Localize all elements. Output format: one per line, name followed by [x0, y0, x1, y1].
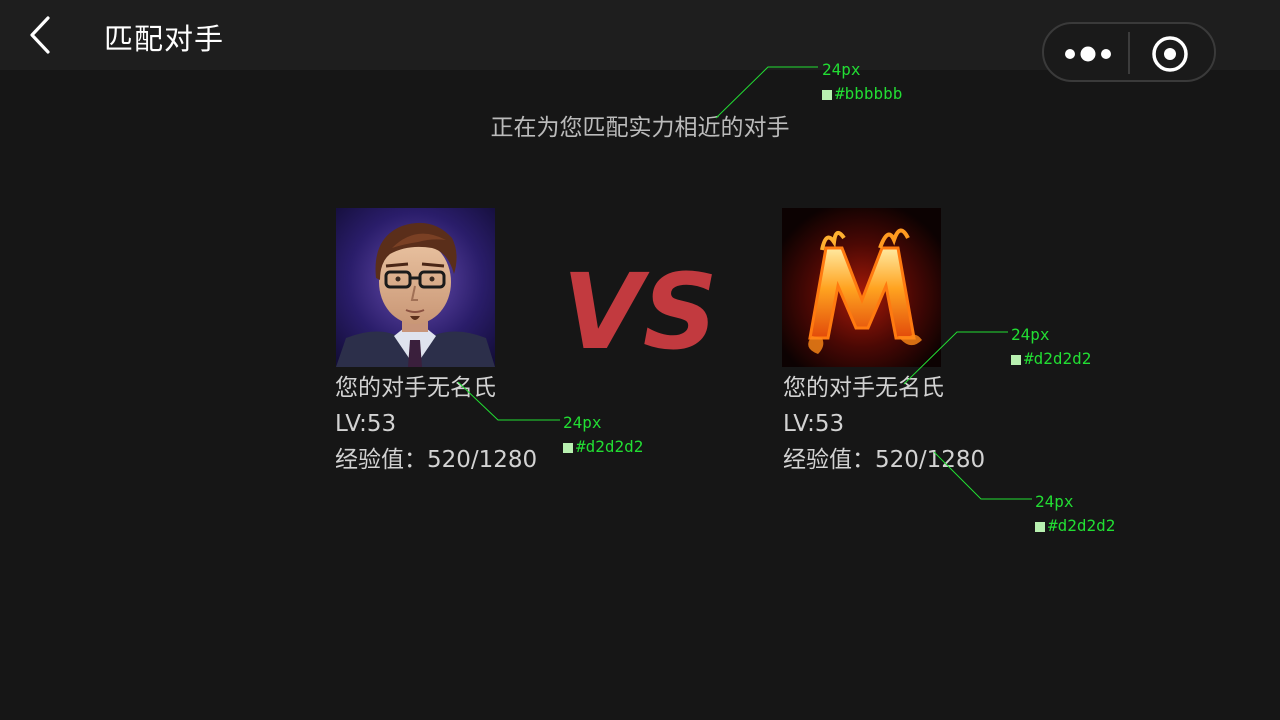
target-close-icon	[1152, 36, 1188, 72]
page-title: 匹配对手	[104, 22, 225, 56]
annotation-subtitle: 24px #bbbbbb	[822, 60, 903, 103]
player-name: 您的对手无名氏	[335, 375, 496, 401]
player-info-left: 您的对手无名氏 LV:53 经验值：520/1280	[335, 370, 537, 478]
player-avatar-right	[782, 208, 941, 367]
svg-text:VS: VS	[562, 258, 717, 362]
player-level: LV:53	[783, 411, 845, 437]
player-level: LV:53	[335, 411, 397, 437]
annotation-right-name: 24px #d2d2d2	[1011, 325, 1092, 368]
player-name: 您的对手无名氏	[783, 375, 944, 401]
player-avatar-left	[336, 208, 495, 367]
player-exp: 经验值：520/1280	[783, 447, 986, 473]
close-button[interactable]	[1148, 32, 1192, 74]
annotation-left-name: 24px #d2d2d2	[563, 413, 644, 456]
chevron-left-icon	[30, 16, 50, 54]
player-info-right: 您的对手无名氏 LV:53 经验值：520/1280	[783, 370, 985, 478]
annotation-right-exp: 24px #d2d2d2	[1035, 492, 1116, 535]
matching-subtitle: 正在为您匹配实力相近的对手	[490, 115, 790, 141]
capsule-menu	[1042, 22, 1216, 82]
more-button[interactable]	[1058, 32, 1128, 72]
vs-logo: VS	[560, 251, 720, 373]
capsule-divider	[1128, 32, 1130, 74]
more-dots-icon	[1065, 46, 1111, 62]
back-button[interactable]	[22, 12, 62, 58]
player-exp: 经验值：520/1280	[335, 447, 538, 473]
